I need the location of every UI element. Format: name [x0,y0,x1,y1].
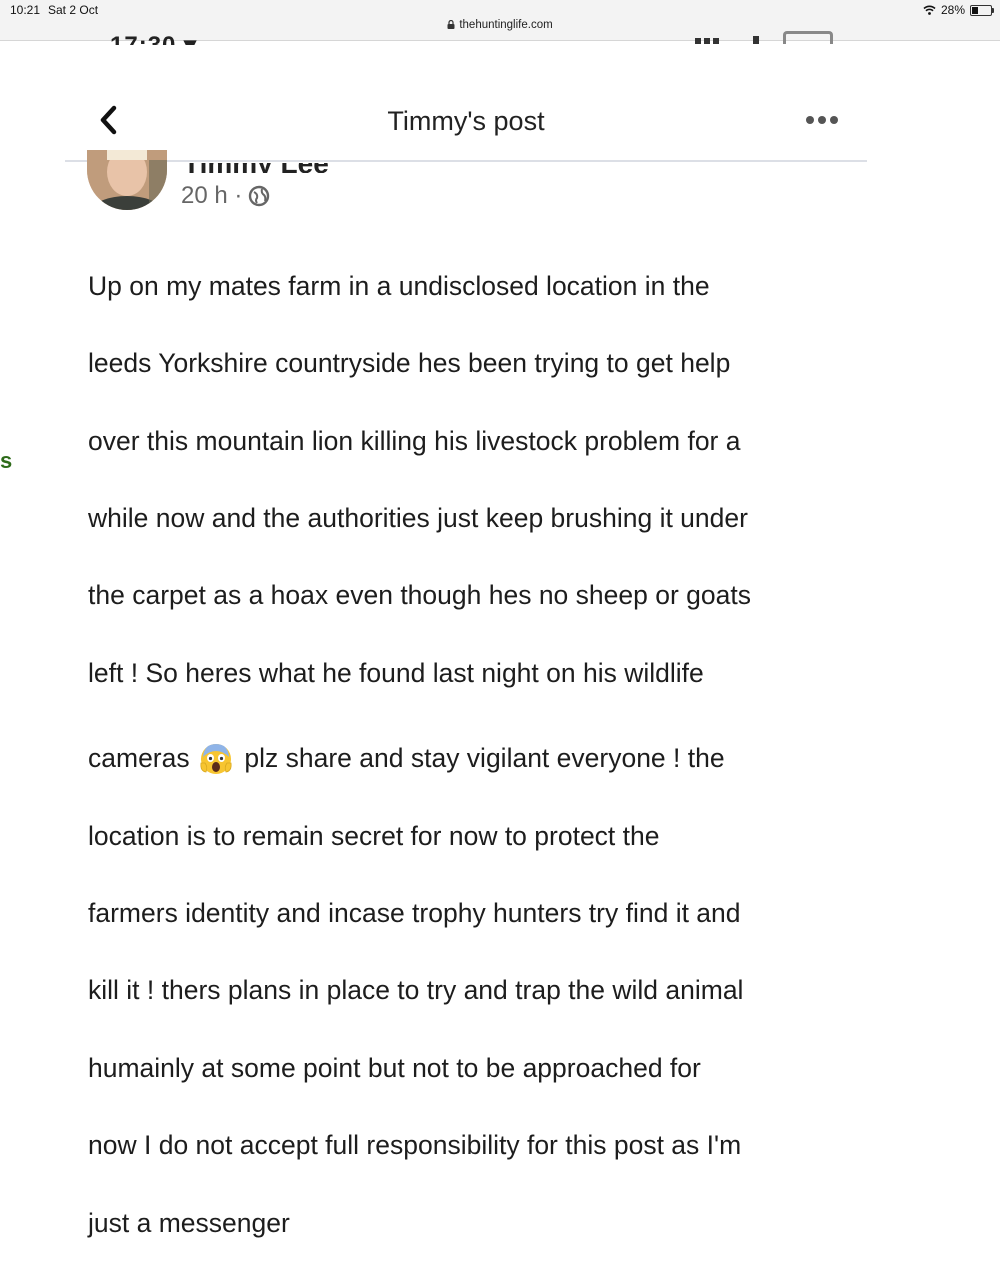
post-meta: 20 h · [181,182,270,210]
post-line: while now and the authorities just keep … [88,502,748,533]
post-line: leeds Yorkshire countryside hes been try… [88,348,731,379]
post-line: farmers identity and incase trophy hunte… [88,897,741,928]
post-line: location is to remain secret for now to … [88,820,660,851]
post-line: Up on my mates farm in a undisclosed loc… [88,270,710,301]
post-body: Up on my mates farm in a undisclosed loc… [88,228,858,1281]
more-dots-icon[interactable] [805,114,839,126]
header-divider [65,160,867,162]
post-header: Timmy's post [65,90,867,160]
post-line: humainly at some point but not to be app… [88,1052,701,1083]
wifi-icon [923,5,936,15]
url-text: thehuntinglife.com [459,19,553,31]
post-line: the carpet as a hoax even though hes no … [88,580,751,611]
post-line: now I do not accept full responsibility … [88,1130,742,1161]
page-title: Timmy's post [387,106,545,136]
post-line-part: plz share and stay vigilant everyone ! t… [244,743,725,774]
cropped-phone-clock: 17:30 ▾ [110,27,197,45]
cropped-phone-indicators [695,30,835,44]
post-line: over this mountain lion killing his live… [88,425,741,456]
post-line-emoji: cameras plz share and stay vigilant ever… [88,739,858,778]
globe-icon [249,185,270,207]
lock-icon [447,20,455,29]
side-text-fragment: s [0,448,13,473]
status-date: Sat 2 Oct [48,3,99,17]
avatar-image [87,150,167,210]
post-line: just a messenger [88,1207,290,1238]
post-age: 20 h · [181,182,243,209]
post-line-part: cameras [88,743,190,774]
status-indicators: 28% [923,3,994,17]
post-line: kill it ! thers plans in place to try an… [88,975,744,1006]
author-name[interactable]: Timmy Lee [183,163,329,173]
screaming-face-emoji [200,744,232,775]
post-line: left ! So heres what he found last night… [88,657,704,688]
battery-percent: 28% [940,3,965,17]
avatar[interactable] [87,150,167,210]
battery-icon [970,4,994,16]
status-time: 10:21 [10,3,41,17]
